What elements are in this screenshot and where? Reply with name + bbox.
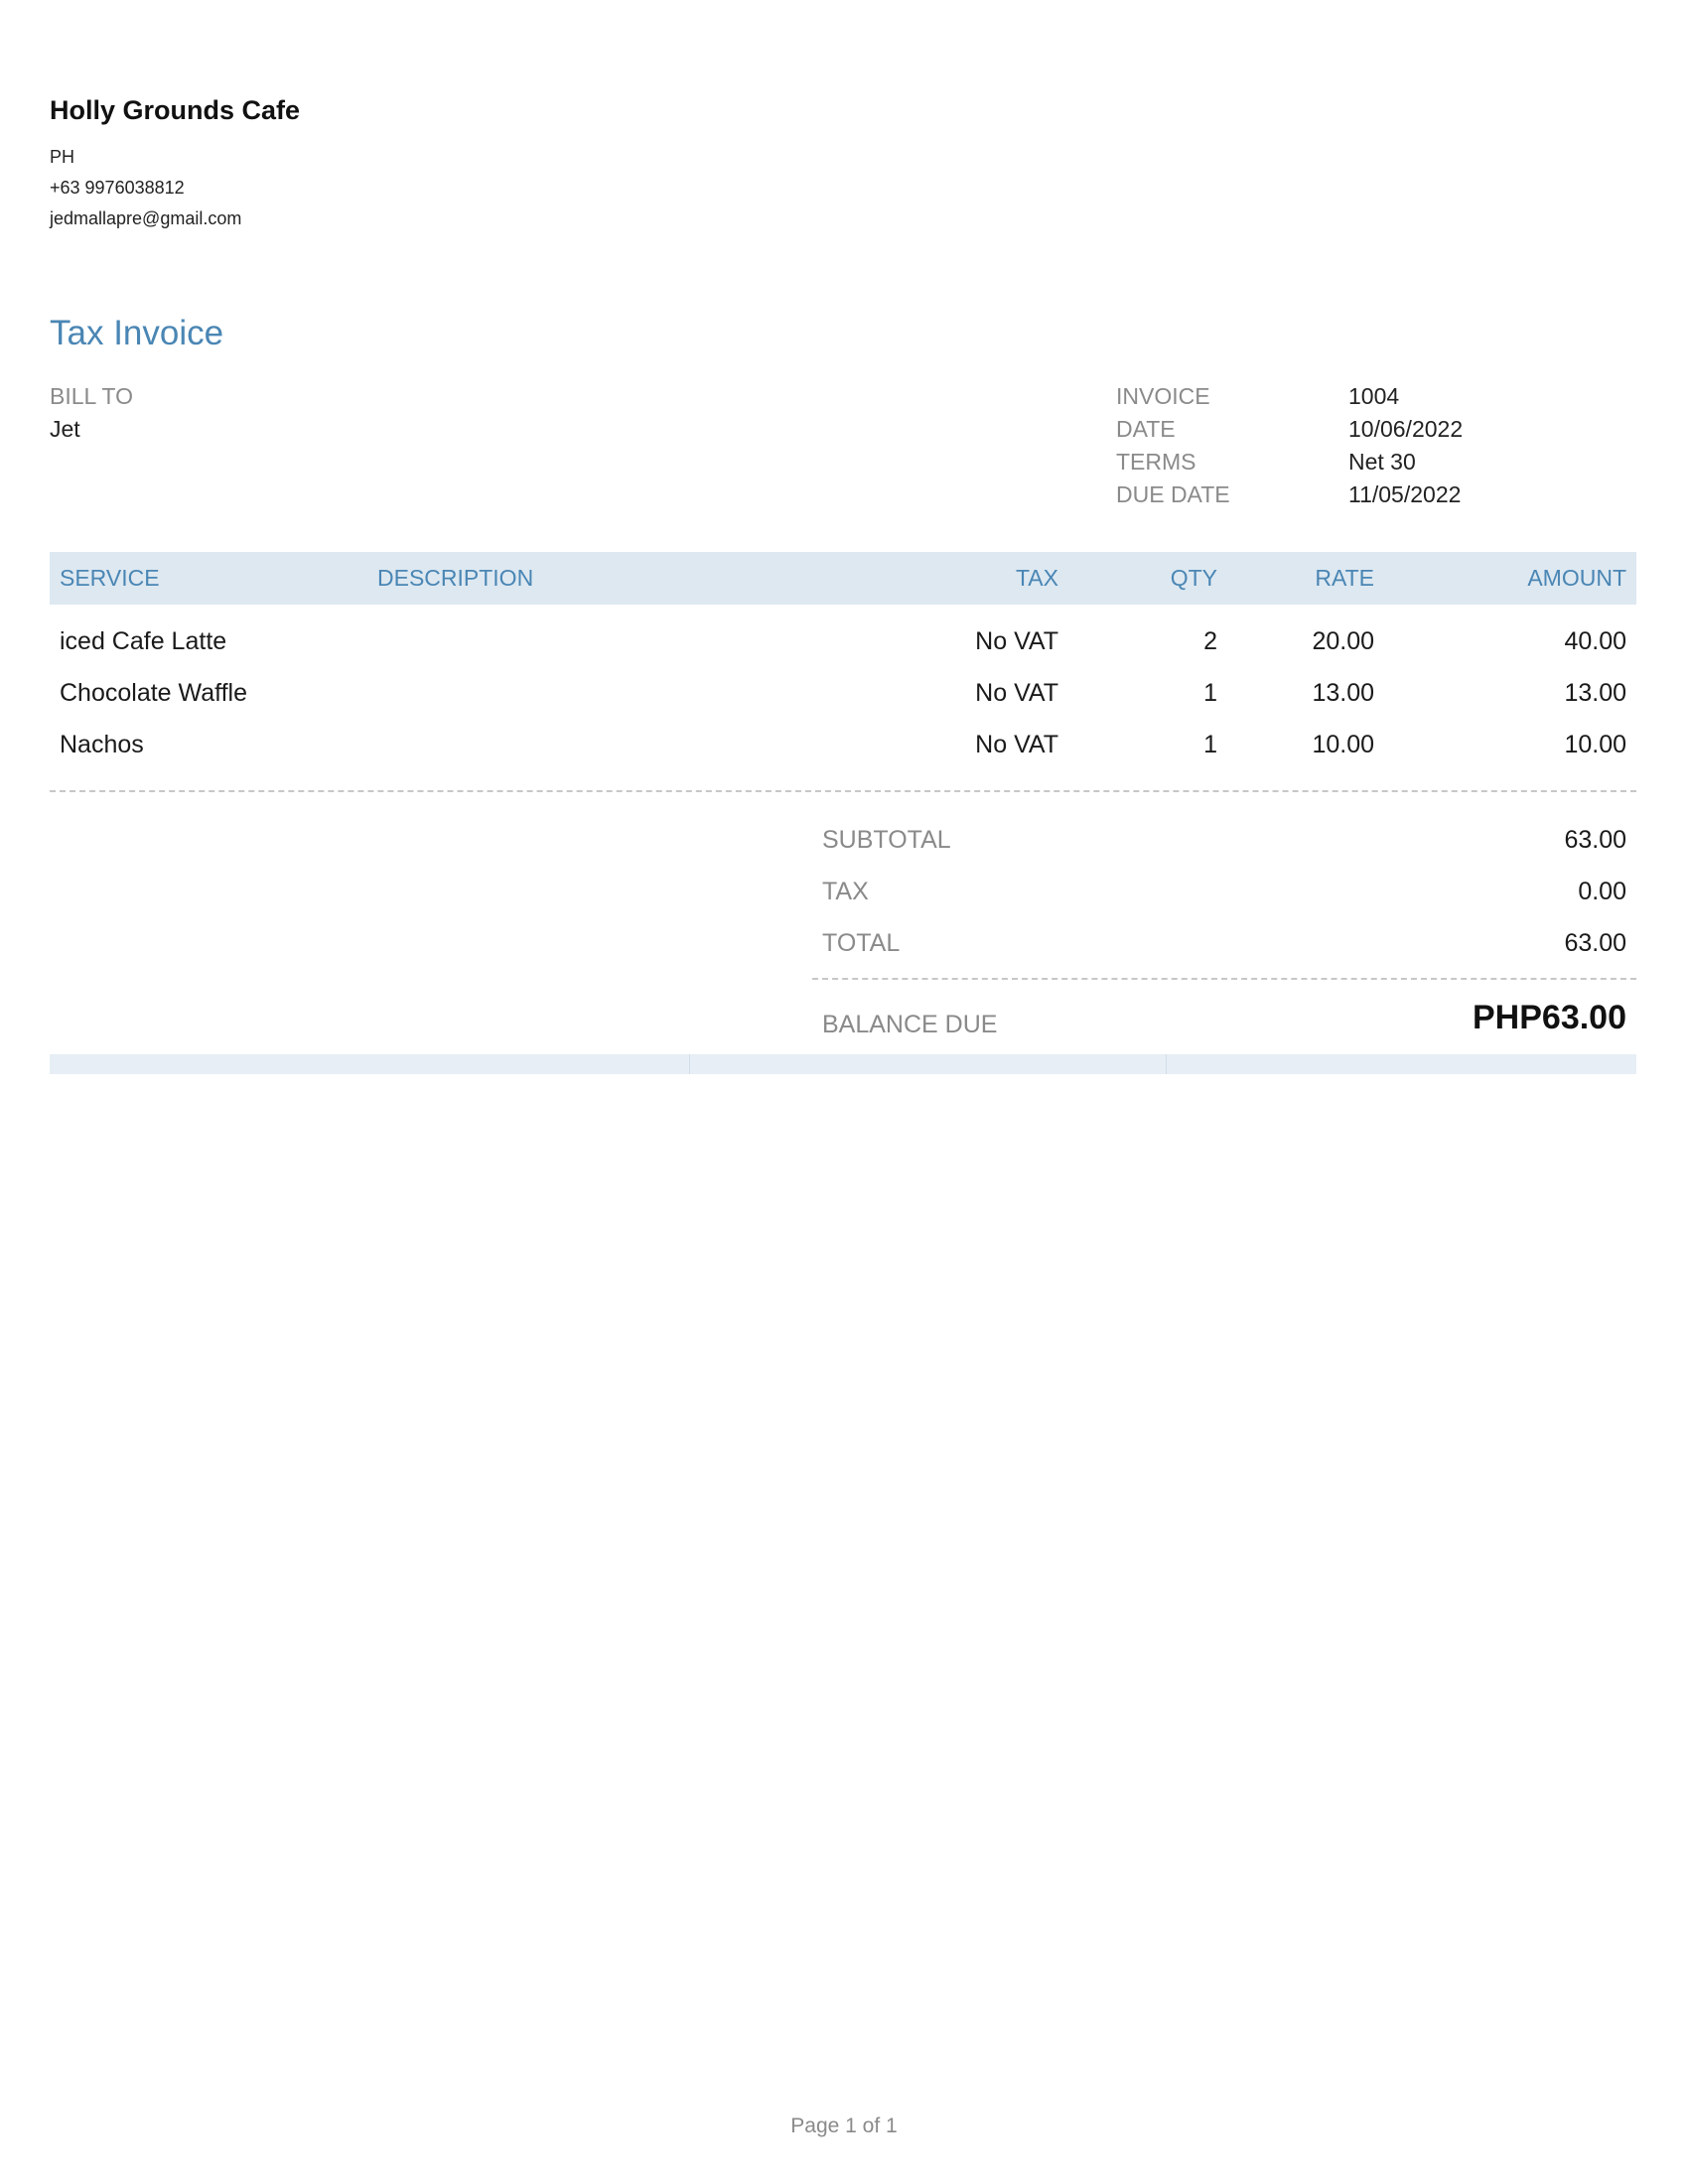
column-header-rate: RATE — [1315, 565, 1374, 591]
item-service: iced Cafe Latte — [60, 627, 227, 655]
column-header-amount: AMOUNT — [1527, 565, 1626, 591]
invoice-number: 1004 — [1348, 383, 1400, 409]
meta-label: DUE DATE — [1116, 481, 1230, 507]
meta-row-due-date: DUE DATE 11/05/2022 — [1116, 478, 1463, 511]
item-rate: 10.00 — [1312, 731, 1374, 758]
bill-to-name: Jet — [50, 416, 80, 442]
table-row: Nachos No VAT 1 10.00 10.00 — [50, 719, 1636, 770]
company-block: Holly Grounds Cafe PH +63 9976038812 jed… — [50, 95, 300, 234]
item-service: Chocolate Waffle — [60, 679, 247, 707]
meta-row-invoice: INVOICE 1004 — [1116, 380, 1463, 413]
item-tax: No VAT — [975, 627, 1058, 655]
meta-label: TERMS — [1116, 449, 1196, 475]
item-amount: 13.00 — [1564, 679, 1626, 707]
item-rate: 13.00 — [1312, 679, 1374, 707]
item-amount: 10.00 — [1564, 731, 1626, 758]
total-row: TOTAL 63.00 — [812, 917, 1636, 969]
subtotal-value: 63.00 — [1564, 826, 1626, 854]
company-country: PH — [50, 147, 75, 167]
meta-label: DATE — [1116, 416, 1176, 442]
items-table-body: iced Cafe Latte No VAT 2 20.00 40.00 Cho… — [50, 615, 1636, 770]
subtotal-row: SUBTOTAL 63.00 — [812, 814, 1636, 866]
total-label: TOTAL — [822, 929, 901, 957]
meta-row-terms: TERMS Net 30 — [1116, 446, 1463, 478]
total-value: 63.00 — [1564, 929, 1626, 957]
item-qty: 2 — [1203, 627, 1217, 655]
company-name: Holly Grounds Cafe — [50, 95, 301, 125]
totals-divider — [812, 978, 1636, 980]
table-row: Chocolate Waffle No VAT 1 13.00 13.00 — [50, 667, 1636, 719]
column-header-service: SERVICE — [60, 565, 160, 591]
item-amount: 40.00 — [1564, 627, 1626, 655]
invoice-meta: INVOICE 1004 DATE 10/06/2022 TERMS Net 3… — [1116, 380, 1463, 511]
items-table-header: SERVICE DESCRIPTION TAX QTY RATE AMOUNT — [50, 552, 1636, 605]
bill-to-label: BILL TO — [50, 383, 133, 409]
item-service: Nachos — [60, 731, 144, 758]
column-header-description: DESCRIPTION — [377, 565, 534, 591]
tax-label: TAX — [822, 878, 869, 905]
column-header-qty: QTY — [1170, 565, 1217, 591]
footer-separator — [1166, 1054, 1167, 1074]
meta-label: INVOICE — [1116, 383, 1210, 409]
bill-to-block: BILL TO Jet — [50, 380, 133, 446]
totals-block: SUBTOTAL 63.00 TAX 0.00 TOTAL 63.00 — [812, 814, 1636, 969]
column-header-tax: TAX — [1015, 565, 1058, 591]
item-tax: No VAT — [975, 679, 1058, 707]
invoice-due-date: 11/05/2022 — [1348, 481, 1462, 507]
balance-due-label: BALANCE DUE — [822, 1011, 998, 1038]
item-tax: No VAT — [975, 731, 1058, 758]
page-number: Page 1 of 1 — [790, 2115, 898, 2137]
invoice-date: 10/06/2022 — [1348, 416, 1464, 442]
document-title: Tax Invoice — [50, 314, 224, 352]
meta-row-date: DATE 10/06/2022 — [1116, 413, 1463, 446]
tax-row: TAX 0.00 — [812, 866, 1636, 917]
company-phone: +63 9976038812 — [50, 178, 185, 198]
balance-due-row: BALANCE DUE PHP63.00 — [812, 993, 1636, 1054]
items-divider — [50, 790, 1636, 792]
company-email: jedmallapre@gmail.com — [50, 208, 242, 228]
item-qty: 1 — [1203, 679, 1217, 707]
table-footer-bar — [50, 1054, 1636, 1074]
invoice-terms: Net 30 — [1348, 449, 1416, 475]
item-rate: 20.00 — [1312, 627, 1374, 655]
table-row: iced Cafe Latte No VAT 2 20.00 40.00 — [50, 615, 1636, 667]
item-qty: 1 — [1203, 731, 1217, 758]
subtotal-label: SUBTOTAL — [822, 826, 951, 854]
balance-due-value: PHP63.00 — [1473, 999, 1626, 1036]
footer-separator — [689, 1054, 690, 1074]
tax-value: 0.00 — [1578, 878, 1626, 905]
